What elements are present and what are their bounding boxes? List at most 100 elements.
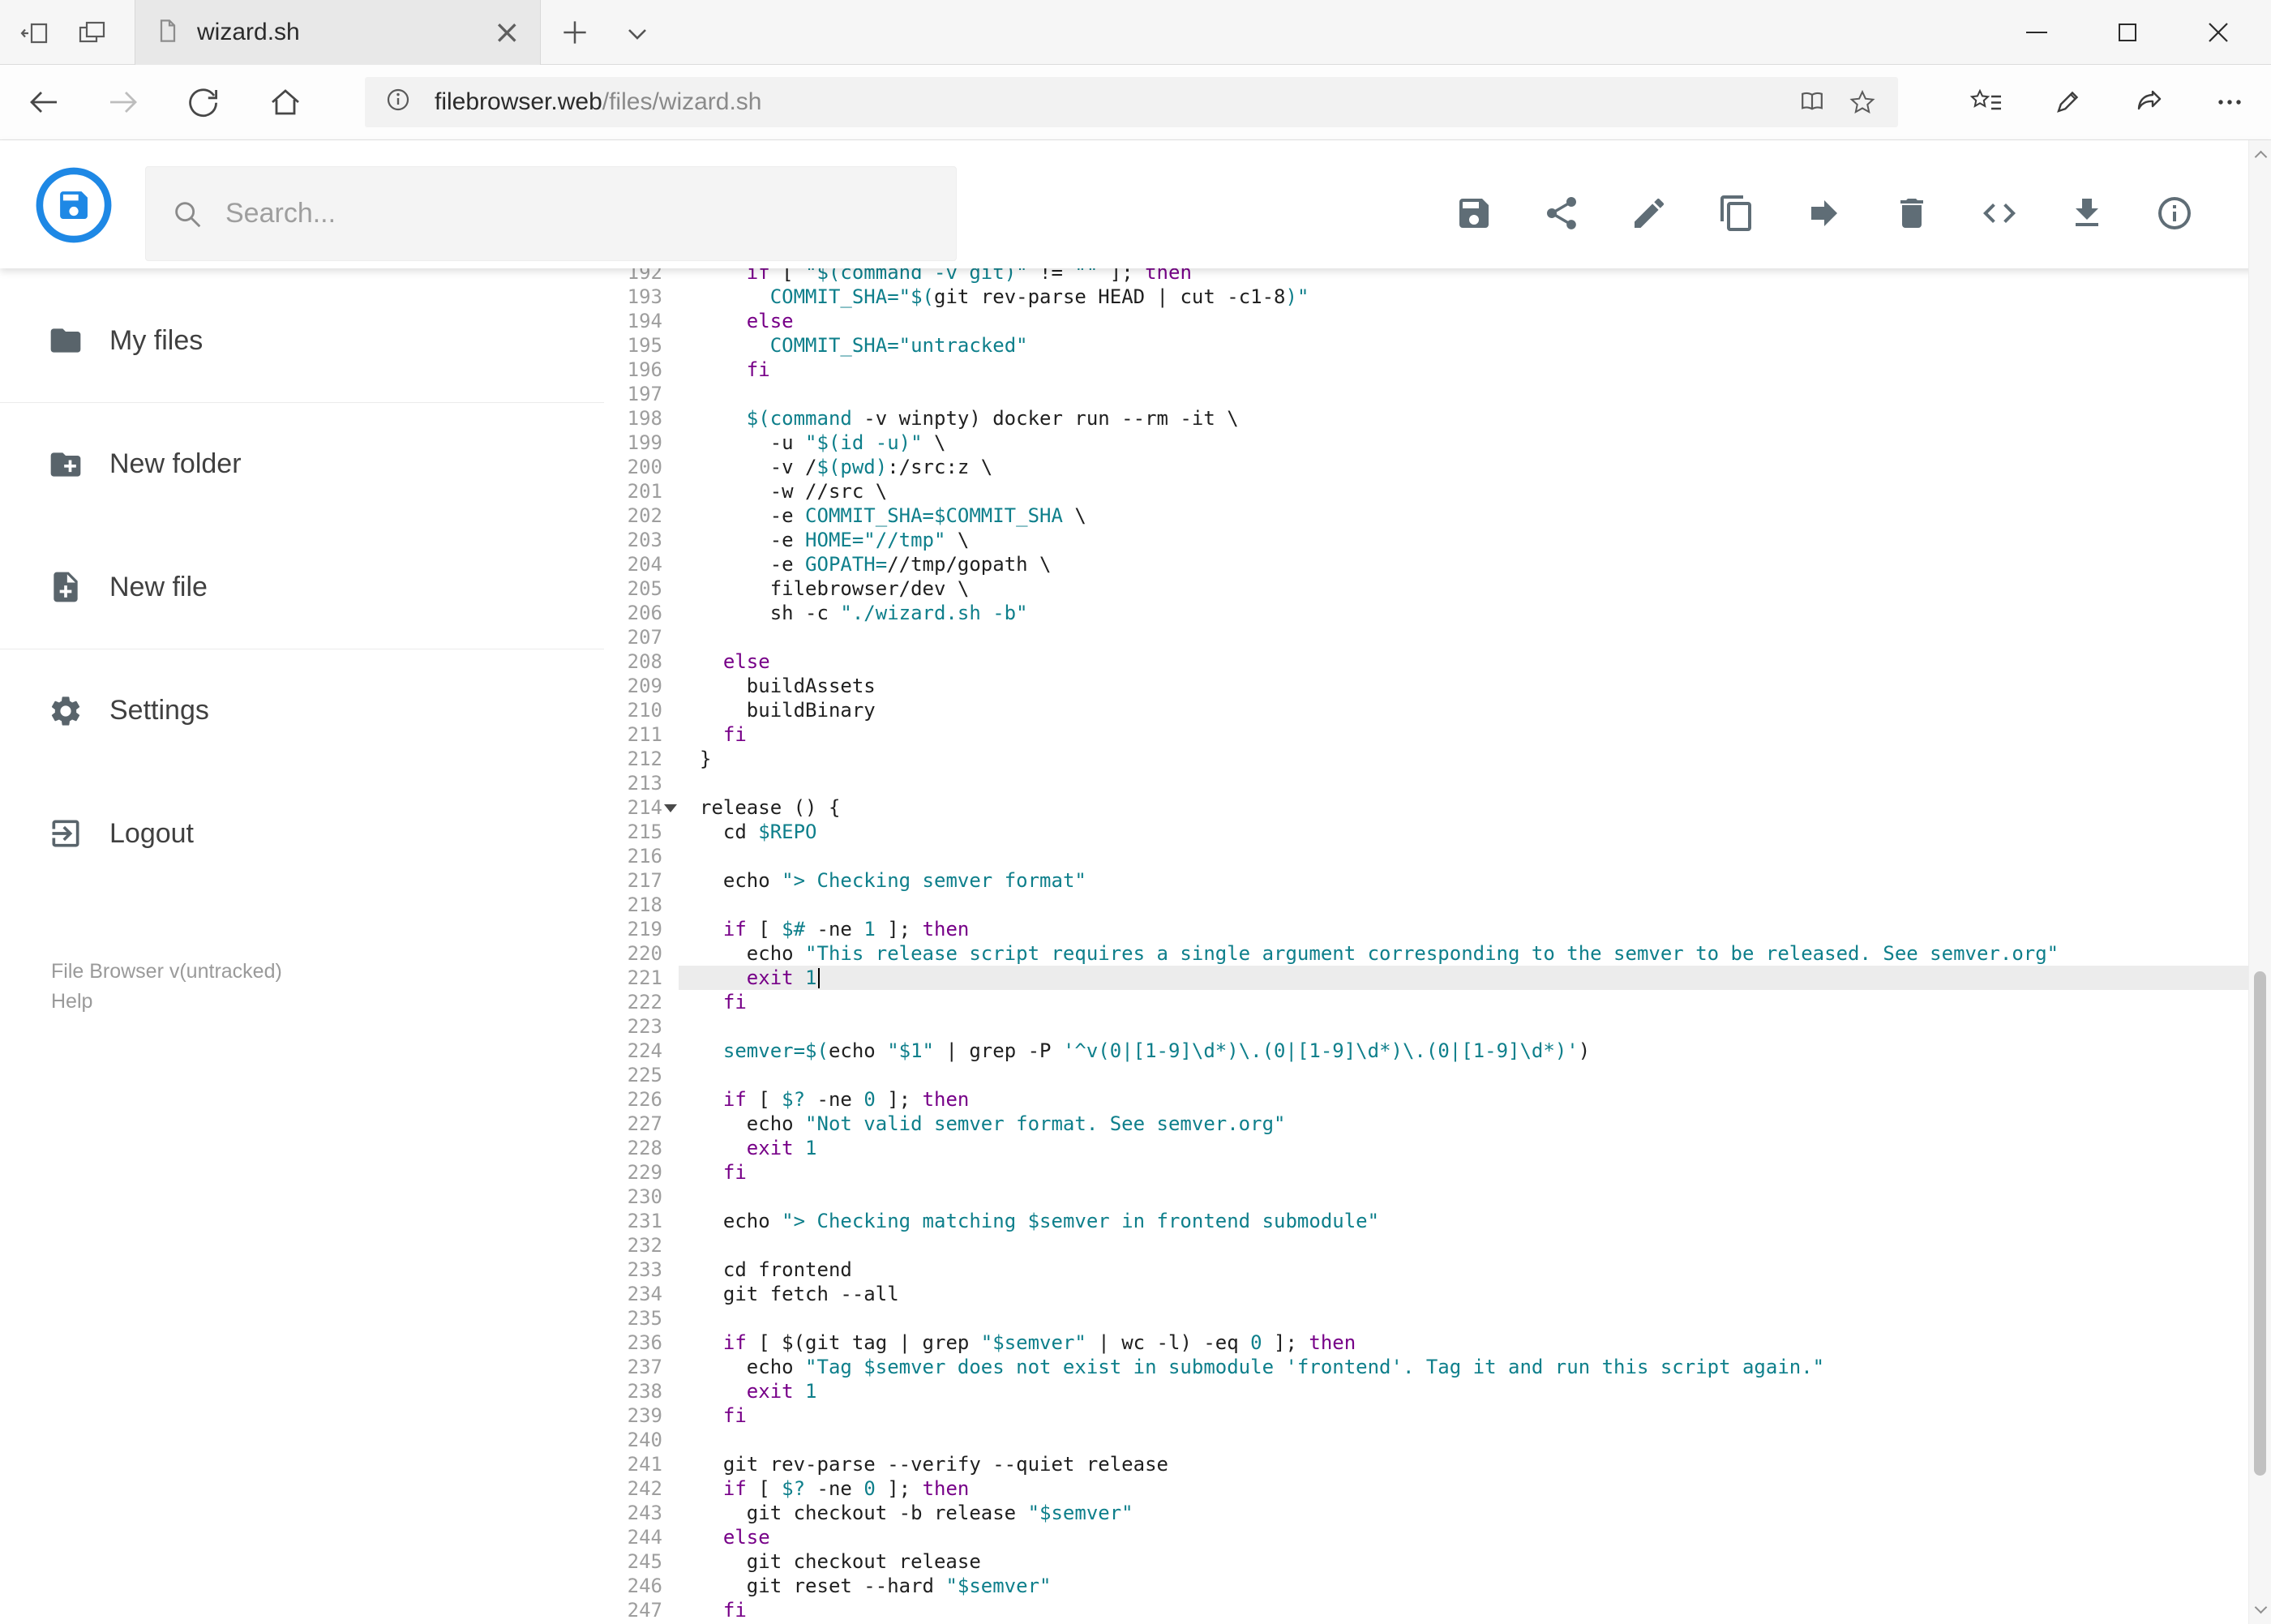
window-minimize-button[interactable] [1991,0,2082,65]
code-line-text[interactable]: release () { [679,795,2248,820]
code-line-text[interactable]: echo "> Checking matching $semver in fro… [679,1209,2248,1233]
code-line-text[interactable]: exit 1 [679,1379,2248,1403]
tab-preview-icon[interactable] [76,16,109,49]
code-line[interactable]: 236 if [ $(git tag | grep "$semver" | wc… [604,1330,2248,1355]
code-line-text[interactable] [679,1428,2248,1452]
code-line[interactable]: 207 [604,625,2248,649]
share-button[interactable] [1542,194,1581,233]
code-line[interactable]: 197 [604,382,2248,406]
code-line[interactable]: 243 git checkout -b release "$semver" [604,1501,2248,1525]
code-line[interactable]: 206 sh -c "./wizard.sh -b" [604,601,2248,625]
code-line-text[interactable]: filebrowser/dev \ [679,576,2248,601]
help-link[interactable]: Help [51,987,282,1017]
code-line[interactable]: 234 git fetch --all [604,1282,2248,1306]
code-line-text[interactable]: -u "$(id -u)" \ [679,431,2248,455]
code-line-text[interactable]: -v /$(pwd):/src:z \ [679,455,2248,479]
code-line-text[interactable]: -e COMMIT_SHA=$COMMIT_SHA \ [679,503,2248,528]
code-line-text[interactable] [679,893,2248,917]
download-button[interactable] [2067,194,2106,233]
code-line-text[interactable]: } [679,747,2248,771]
code-line[interactable]: 245 git checkout release [604,1549,2248,1574]
code-line-text[interactable]: fi [679,358,2248,382]
sidebar-item-my-files[interactable]: My files [0,279,604,402]
code-line[interactable]: 194 else [604,309,2248,333]
code-line[interactable]: 203 -e HOME="//tmp" \ [604,528,2248,552]
code-line-text[interactable] [679,1014,2248,1039]
code-line[interactable]: 214 release () { [604,795,2248,820]
code-line[interactable]: 211 fi [604,722,2248,747]
code-line-text[interactable]: -e GOPATH=//tmp/gopath \ [679,552,2248,576]
code-line[interactable]: 209 buildAssets [604,674,2248,698]
code-line-text[interactable]: semver=$(echo "$1" | grep -P '^v(0|[1-9]… [679,1039,2248,1063]
code-line[interactable]: 205 filebrowser/dev \ [604,576,2248,601]
code-line[interactable]: 237 echo "Tag $semver does not exist in … [604,1355,2248,1379]
code-line-text[interactable]: else [679,1525,2248,1549]
code-line[interactable]: 244 else [604,1525,2248,1549]
code-line-text[interactable] [679,771,2248,795]
code-line[interactable]: 216 [604,844,2248,868]
code-line[interactable]: 224 semver=$(echo "$1" | grep -P '^v(0|[… [604,1039,2248,1063]
code-line-text[interactable]: else [679,309,2248,333]
new-tab-button[interactable] [558,15,592,49]
browser-tab[interactable]: wizard.sh × [135,0,541,65]
code-line[interactable]: 233 cd frontend [604,1258,2248,1282]
code-line[interactable]: 235 [604,1306,2248,1330]
code-line-text[interactable]: if [ $? -ne 0 ]; then [679,1087,2248,1112]
favorite-star-icon[interactable] [1846,86,1879,118]
code-line-text[interactable]: $(command -v winpty) docker run --rm -it… [679,406,2248,431]
sidebar-item-new-folder[interactable]: New folder [0,402,604,525]
forward-button[interactable] [105,84,141,120]
code-line[interactable]: 208 else [604,649,2248,674]
code-line-text[interactable]: git reset --hard "$semver" [679,1574,2248,1598]
search-input[interactable] [225,198,932,229]
fold-arrow-icon[interactable] [664,804,677,812]
code-line-text[interactable]: if [ $(git tag | grep "$semver" | wc -l)… [679,1330,2248,1355]
back-button[interactable] [26,84,62,120]
code-line[interactable]: 221 exit 1 [604,966,2248,990]
delete-button[interactable] [1892,194,1931,233]
move-button[interactable] [1805,194,1844,233]
code-line[interactable]: 196 fi [604,358,2248,382]
web-note-pen-icon[interactable] [2050,84,2085,120]
code-line[interactable]: 219 if [ $# -ne 1 ]; then [604,917,2248,941]
code-line-text[interactable]: echo "> Checking semver format" [679,868,2248,893]
code-line-text[interactable] [679,1306,2248,1330]
filebrowser-logo[interactable] [36,167,112,243]
code-line[interactable]: 215 cd $REPO [604,820,2248,844]
favorites-hub-icon[interactable] [1969,84,2004,120]
scroll-down-icon[interactable] [2249,1598,2271,1621]
code-line[interactable]: 222 fi [604,990,2248,1014]
code-line[interactable]: 241 git rev-parse --verify --quiet relea… [604,1452,2248,1476]
code-line-text[interactable]: -w //src \ [679,479,2248,503]
site-info-icon[interactable] [384,86,417,118]
code-line-text[interactable]: git fetch --all [679,1282,2248,1306]
code-line[interactable]: 202 -e COMMIT_SHA=$COMMIT_SHA \ [604,503,2248,528]
set-tabs-aside-icon[interactable] [19,16,52,49]
code-line[interactable]: 238 exit 1 [604,1379,2248,1403]
share-page-icon[interactable] [2131,84,2166,120]
scrollbar-thumb[interactable] [2254,971,2266,1476]
code-line[interactable]: 218 [604,893,2248,917]
address-bar[interactable]: filebrowser.web/files/wizard.sh [365,77,1898,127]
code-line-text[interactable]: echo "Tag $semver does not exist in subm… [679,1355,2248,1379]
search-bar[interactable] [145,166,957,261]
code-line-text[interactable] [679,844,2248,868]
copy-button[interactable] [1717,194,1756,233]
code-line-text[interactable]: fi [679,722,2248,747]
code-line[interactable]: 231 echo "> Checking matching $semver in… [604,1209,2248,1233]
code-line[interactable]: 240 [604,1428,2248,1452]
code-line-text[interactable] [679,1233,2248,1258]
code-line[interactable]: 217 echo "> Checking semver format" [604,868,2248,893]
code-line-text[interactable]: cd $REPO [679,820,2248,844]
home-button[interactable] [268,84,303,120]
code-line-text[interactable] [679,382,2248,406]
code-line[interactable]: 225 [604,1063,2248,1087]
code-line[interactable]: 213 [604,771,2248,795]
scroll-up-icon[interactable] [2249,144,2271,166]
code-line-text[interactable]: echo "This release script requires a sin… [679,941,2248,966]
code-line[interactable]: 201 -w //src \ [604,479,2248,503]
code-line[interactable]: 246 git reset --hard "$semver" [604,1574,2248,1598]
code-line[interactable]: 210 buildBinary [604,698,2248,722]
code-line-text[interactable]: git checkout release [679,1549,2248,1574]
code-line-text[interactable]: buildBinary [679,698,2248,722]
